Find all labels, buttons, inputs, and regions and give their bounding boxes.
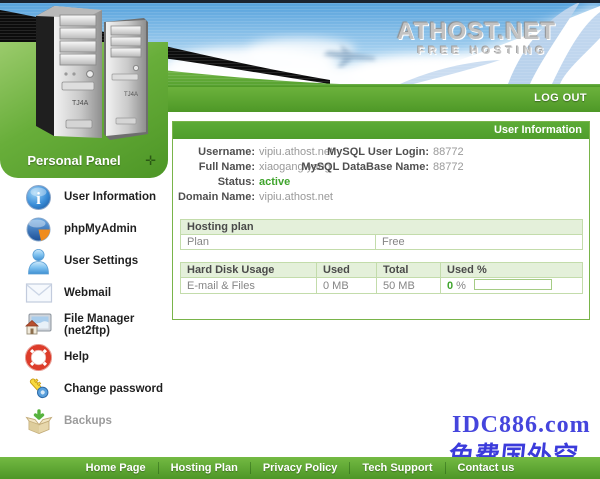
hosting-control-panel: ATHOST.NET FREE HOSTING LOG OUT Personal… xyxy=(0,0,600,479)
pie-chart-icon xyxy=(25,215,55,243)
status-value: active xyxy=(259,176,290,188)
sidebar-item-backups[interactable]: Backups xyxy=(0,405,168,437)
section-title-bar: User Information xyxy=(173,122,589,139)
column-header: Used xyxy=(317,263,377,278)
column-header: Hard Disk Usage xyxy=(181,263,317,278)
column-header: Total xyxy=(377,263,441,278)
field-label: Full Name: xyxy=(173,160,255,175)
open-box-icon xyxy=(25,407,55,435)
sidebar-item-help[interactable]: Help xyxy=(0,341,168,373)
table-row: E-mail & Files 0 MB 50 MB 0% xyxy=(181,278,583,294)
usage-pct-cell: 0% xyxy=(441,278,583,294)
image-icon xyxy=(25,311,55,339)
footer-link-hosting-plan[interactable]: Hosting Plan xyxy=(159,457,250,479)
svg-text:i: i xyxy=(36,189,41,208)
account-row: Status: active xyxy=(173,175,333,190)
sidebar-item-label: Help xyxy=(64,351,89,363)
account-row: MySQL User Login: 88772 xyxy=(293,145,464,160)
sidebar-item-user-information[interactable]: i User Information xyxy=(0,181,168,213)
field-label: MySQL User Login: xyxy=(293,145,429,160)
field-value: vipiu.athost.net xyxy=(259,191,333,203)
plan-label-cell: Plan xyxy=(181,235,376,250)
watermark-site: IDC886.com xyxy=(452,412,591,439)
percent-sign: % xyxy=(456,280,466,292)
field-value: 88772 xyxy=(433,146,464,158)
footer-link-tech-support[interactable]: Tech Support xyxy=(350,457,444,479)
sidebar-item-user-settings[interactable]: User Settings xyxy=(0,245,168,277)
footer-nav: Home Page Hosting Plan Privacy Policy Te… xyxy=(0,457,600,479)
logout-button[interactable]: LOG OUT xyxy=(534,86,600,112)
sidebar-item-label: Change password xyxy=(64,383,163,395)
field-label: Username: xyxy=(173,145,255,160)
usage-pct-value: 0 xyxy=(447,280,453,292)
site-logo: ATHOST.NET xyxy=(397,18,556,46)
column-header: Used % xyxy=(441,263,583,278)
lifebuoy-icon xyxy=(25,343,55,371)
sidebar-item-label: Backups xyxy=(64,415,112,427)
hosting-plan-table: Hosting plan Plan Free xyxy=(180,219,583,250)
sidebar-item-label: phpMyAdmin xyxy=(64,223,137,235)
svg-text:TJ4A: TJ4A xyxy=(72,100,89,107)
person-icon xyxy=(25,247,55,275)
field-value: 88772 xyxy=(433,161,464,173)
sidebar-item-file-manager[interactable]: File Manager (net2ftp) xyxy=(0,309,168,341)
usage-total-cell: 50 MB xyxy=(377,278,441,294)
usage-progress-bar xyxy=(474,279,552,290)
site-logo-subtitle: FREE HOSTING xyxy=(417,45,548,57)
svg-text:TJ4A: TJ4A xyxy=(124,92,138,98)
footer-link-privacy-policy[interactable]: Privacy Policy xyxy=(251,457,350,479)
sidebar-item-change-password[interactable]: Change password xyxy=(0,373,168,405)
sidebar-item-phpmyadmin[interactable]: phpMyAdmin xyxy=(0,213,168,245)
field-label: Domain Name: xyxy=(173,190,255,205)
footer-link-contact-us[interactable]: Contact us xyxy=(446,457,527,479)
user-information-panel: User Information Username: vipiu.athost.n… xyxy=(172,121,590,320)
key-icon xyxy=(25,375,55,403)
footer-link-home-page[interactable]: Home Page xyxy=(74,457,158,479)
move-handle-icon[interactable]: ✛ xyxy=(145,153,156,169)
usage-name-cell: E-mail & Files xyxy=(181,278,317,294)
field-label: Status: xyxy=(173,175,255,190)
account-info-right: MySQL User Login: 88772 MySQL DataBase Na… xyxy=(293,145,464,175)
account-row: MySQL DataBase Name: 88772 xyxy=(293,160,464,175)
sidebar-item-label: Webmail xyxy=(64,287,111,299)
personal-panel-title: Personal Panel xyxy=(0,153,148,168)
sidebar-item-label: User Settings xyxy=(64,255,138,267)
sidebar-item-webmail[interactable]: Webmail xyxy=(0,277,168,309)
envelope-icon xyxy=(25,279,55,307)
sidebar-item-label: User Information xyxy=(64,191,156,203)
server-towers-illustration: TJ4A TJ4A xyxy=(28,2,168,154)
table-header-row: Hard Disk Usage Used Total Used % xyxy=(181,263,583,278)
hosting-plan-header: Hosting plan xyxy=(181,220,583,235)
field-label: MySQL DataBase Name: xyxy=(293,160,429,175)
info-icon: i xyxy=(25,183,55,211)
sidebar-menu: i User Information phpMyAdmin xyxy=(0,181,168,437)
sidebar-item-label: File Manager (net2ftp) xyxy=(64,313,168,337)
usage-used-cell: 0 MB xyxy=(317,278,377,294)
account-row: Domain Name: vipiu.athost.net xyxy=(173,190,333,205)
disk-usage-table: Hard Disk Usage Used Total Used % E-mail… xyxy=(180,262,583,294)
table-row: Plan Free xyxy=(181,235,583,250)
plan-value-cell: Free xyxy=(376,235,583,250)
